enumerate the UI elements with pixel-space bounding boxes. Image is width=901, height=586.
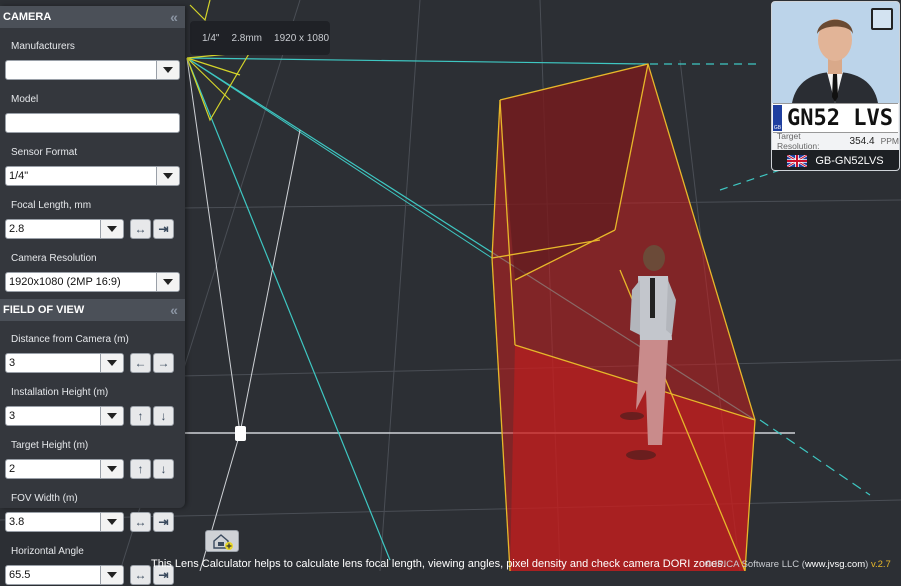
target-resolution-value: 354.4 [849, 135, 875, 147]
camera-info-chip: 1/4" 2.8mm 1920 x 1080 [190, 21, 330, 55]
target-height-label: Target Height (m) [11, 440, 89, 451]
target-resolution-unit: PPM [880, 136, 899, 146]
fov-width-value: 3.8 [9, 516, 25, 528]
focal-length-label: Focal Length, mm [11, 200, 92, 211]
copyright: © IPICA Software LLC (www.jvsg.com) v.2.… [705, 559, 891, 570]
footer-text: This Lens Calculator helps to calculate … [151, 558, 726, 570]
dropdown-arrow-icon[interactable] [100, 407, 123, 425]
target-height-select[interactable]: 2 [5, 459, 124, 479]
chip-sensor: 1/4" [202, 32, 220, 44]
dropdown-arrow-icon[interactable] [100, 220, 123, 238]
distance-select[interactable]: 3 [5, 353, 124, 373]
home-camera-icon[interactable] [205, 530, 239, 552]
target-photo [772, 2, 899, 103]
arrow-down-icon[interactable]: ↓ [153, 406, 174, 426]
sensor-format-label: Sensor Format [11, 147, 78, 158]
shrink-width-icon[interactable]: ⇥ [153, 219, 174, 239]
expand-width-icon[interactable]: ↔ [130, 512, 151, 532]
distance-value: 3 [9, 357, 16, 369]
expand-icon[interactable] [871, 8, 893, 30]
dropdown-arrow-icon[interactable] [100, 566, 123, 584]
website-link[interactable]: www.jvsg.com [805, 559, 865, 570]
arrow-left-icon[interactable]: ← [130, 353, 151, 373]
manufacturers-label: Manufacturers [11, 41, 75, 52]
horizontal-angle-select[interactable]: 65.5 [5, 565, 124, 585]
shrink-width-icon[interactable]: ⇥ [153, 512, 174, 532]
copyright-text: © IPICA Software LLC ( [705, 559, 805, 570]
country-selector[interactable]: GB-GN52LVS [772, 150, 899, 170]
target-preview-card: GB GN52 LVS Target Resolution: 354.4 PPM… [771, 1, 900, 171]
arrow-up-icon[interactable]: ↑ [130, 459, 151, 479]
country-code: GB-GN52LVS [815, 154, 884, 167]
camera-section-header[interactable]: CAMERA « [0, 6, 185, 28]
focal-length-value: 2.8 [9, 223, 25, 235]
license-plate: GB GN52 LVS [773, 103, 898, 133]
target-height-value: 2 [9, 463, 16, 475]
chip-focal: 2.8mm [231, 32, 263, 44]
model-input[interactable] [5, 113, 180, 133]
arrow-down-icon[interactable]: ↓ [153, 459, 174, 479]
dropdown-arrow-icon[interactable] [100, 513, 123, 531]
dropdown-arrow-icon[interactable] [156, 167, 179, 185]
fov-width-label: FOV Width (m) [11, 493, 78, 504]
plate-text: GN52 LVS [787, 105, 893, 131]
chip-resolution: 1920 x 1080 [274, 32, 330, 44]
camera-resolution-value: 1920x1080 (2MP 16:9) [9, 276, 121, 288]
target-resolution-label: Target Resolution: [777, 131, 820, 151]
collapse-icon[interactable]: « [163, 10, 181, 24]
dropdown-arrow-icon[interactable] [100, 460, 123, 478]
model-label: Model [11, 94, 39, 105]
install-height-select[interactable]: 3 [5, 406, 124, 426]
collapse-icon[interactable]: « [163, 303, 181, 317]
fov-section-header[interactable]: FIELD OF VIEW « [0, 299, 185, 321]
target-marker[interactable] [235, 426, 246, 441]
settings-panel: CAMERA « Manufacturers Model Sensor Form… [0, 6, 185, 585]
plate-badge: GB [773, 105, 782, 131]
fov-section-title: FIELD OF VIEW [3, 304, 85, 316]
sensor-format-select[interactable]: 1/4" [5, 166, 180, 186]
sensor-format-value: 1/4" [9, 170, 29, 182]
distance-label: Distance from Camera (m) [11, 334, 129, 345]
horizontal-angle-label: Horizontal Angle [11, 546, 84, 557]
expand-width-icon[interactable]: ↔ [130, 219, 151, 239]
expand-width-icon[interactable]: ↔ [130, 565, 151, 585]
focal-length-select[interactable]: 2.8 [5, 219, 124, 239]
arrow-right-icon[interactable]: → [153, 353, 174, 373]
fov-width-select[interactable]: 3.8 [5, 512, 124, 532]
dropdown-arrow-icon[interactable] [156, 273, 179, 291]
uk-flag-icon [787, 154, 808, 167]
target-resolution: Target Resolution: 354.4 PPM [772, 131, 899, 151]
install-height-value: 3 [9, 410, 16, 422]
fov-zone [491, 63, 756, 571]
camera-resolution-label: Camera Resolution [11, 253, 97, 264]
camera-section-title: CAMERA [3, 11, 52, 23]
camera-frustum [186, 0, 252, 122]
arrow-up-icon[interactable]: ↑ [130, 406, 151, 426]
dropdown-arrow-icon[interactable] [156, 61, 179, 79]
install-height-label: Installation Height (m) [11, 387, 109, 398]
copyright-close: ) [865, 559, 869, 570]
manufacturers-select[interactable] [5, 60, 180, 80]
version: v.2.7 [870, 559, 891, 570]
camera-resolution-select[interactable]: 1920x1080 (2MP 16:9) [5, 272, 180, 292]
dropdown-arrow-icon[interactable] [100, 354, 123, 372]
